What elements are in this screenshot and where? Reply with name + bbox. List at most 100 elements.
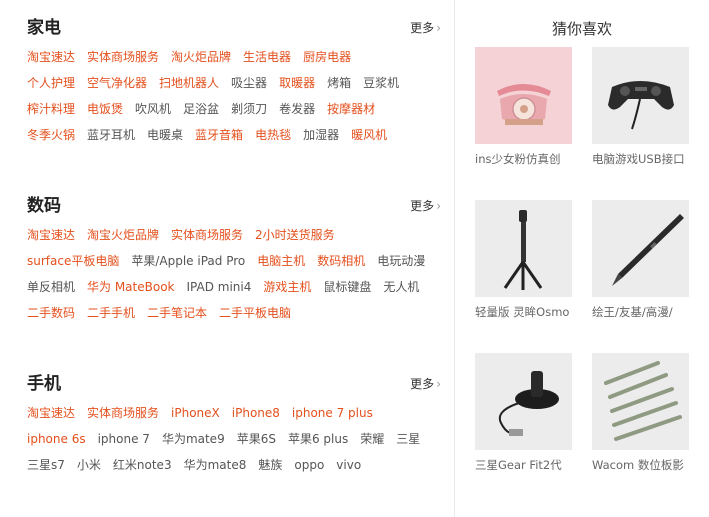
product-card[interactable]: 三星Gear Fit2代 xyxy=(475,353,573,473)
category-link[interactable]: 实体商场服务 xyxy=(171,226,243,244)
category-link[interactable]: 蓝牙耳机 xyxy=(87,126,135,144)
category-link[interactable]: 实体商场服务 xyxy=(87,404,159,422)
category-link[interactable]: 苹果/Apple iPad Pro xyxy=(131,252,245,270)
category-link[interactable]: 淘宝速达 xyxy=(27,226,75,244)
category-link[interactable]: 吹风机 xyxy=(135,100,171,118)
more-link[interactable]: 更多 › xyxy=(410,198,441,214)
category-link[interactable]: 扫地机器人 xyxy=(159,74,219,92)
section-phones: 手机 更多 › 淘宝速达 实体商场服务 iPhoneX iPhone8 iphone 7 … xyxy=(27,374,447,494)
category-link[interactable]: 淘火炬品牌 xyxy=(171,48,231,66)
link-list: 淘宝速达 实体商场服务 淘火炬品牌 生活电器 厨房电器个人护理 空气净化器 扫地机器人 吸尘器… xyxy=(27,48,457,152)
category-link[interactable]: 苹果6S xyxy=(237,430,276,448)
product-caption[interactable]: 绘王/友基/高漫/ xyxy=(592,304,692,320)
category-link[interactable]: 蓝牙音箱 xyxy=(195,126,243,144)
category-link[interactable]: 剃须刀 xyxy=(231,100,267,118)
category-link[interactable]: 个人护理 xyxy=(27,74,75,92)
category-link[interactable]: 电玩动漫 xyxy=(377,252,425,270)
category-link[interactable]: 荣耀 xyxy=(360,430,384,448)
product-caption[interactable]: 轻量版 灵眸Osmo xyxy=(475,304,575,320)
product-card[interactable]: 电脑游戏USB接口 xyxy=(592,47,690,167)
category-link[interactable]: iphone 6s xyxy=(27,430,86,448)
category-link[interactable]: 二手笔记本 xyxy=(147,304,207,322)
link-row: 三星s7 小米 红米note3 华为mate8 魅族 oppo vivo xyxy=(27,456,457,482)
category-link[interactable]: 三星 xyxy=(396,430,420,448)
category-link[interactable]: 魅族 xyxy=(258,456,282,474)
section-title: 手机 xyxy=(27,374,61,394)
category-link[interactable]: 电脑主机 xyxy=(257,252,305,270)
category-link[interactable]: 数码相机 xyxy=(317,252,365,270)
category-link[interactable]: 足浴盆 xyxy=(183,100,219,118)
product-caption[interactable]: Wacom 数位板影 xyxy=(592,457,692,473)
category-link[interactable]: 二手手机 xyxy=(87,304,135,322)
product-image-gamepad[interactable] xyxy=(592,47,689,144)
product-card[interactable]: 绘王/友基/高漫/ xyxy=(592,200,690,320)
category-link[interactable]: 二手数码 xyxy=(27,304,75,322)
product-caption[interactable]: ins少女粉仿真创 xyxy=(475,151,575,167)
category-link[interactable]: 加湿器 xyxy=(303,126,339,144)
product-card[interactable]: ins少女粉仿真创 xyxy=(475,47,573,167)
category-link[interactable]: 实体商场服务 xyxy=(87,48,159,66)
category-link[interactable]: 三星s7 xyxy=(27,456,65,474)
category-link[interactable]: 二手平板电脑 xyxy=(219,304,291,322)
category-link[interactable]: iphone 7 plus xyxy=(292,404,373,422)
category-link[interactable]: 吸尘器 xyxy=(231,74,267,92)
category-link[interactable]: 电饭煲 xyxy=(87,100,123,118)
product-image-stylus[interactable] xyxy=(592,200,689,297)
product-caption[interactable]: 电脑游戏USB接口 xyxy=(592,151,692,167)
category-link[interactable]: 取暖器 xyxy=(279,74,315,92)
category-link[interactable]: 淘宝速达 xyxy=(27,48,75,66)
category-link[interactable]: 烤箱 xyxy=(327,74,351,92)
category-link[interactable]: 榨汁料理 xyxy=(27,100,75,118)
product-image-pen-nibs[interactable] xyxy=(592,353,689,450)
category-link[interactable]: 电暖桌 xyxy=(147,126,183,144)
link-row: 淘宝速达 淘宝火炬品牌 实体商场服务 2小时送货服务 xyxy=(27,226,457,252)
category-link[interactable]: 单反相机 xyxy=(27,278,75,296)
category-link[interactable]: 华为 MateBook xyxy=(87,278,174,296)
product-caption[interactable]: 三星Gear Fit2代 xyxy=(475,457,575,473)
category-link[interactable]: 暖风机 xyxy=(351,126,387,144)
category-link[interactable]: oppo xyxy=(294,456,324,474)
product-image-gimbal[interactable] xyxy=(475,200,572,297)
category-link[interactable]: 淘宝火炬品牌 xyxy=(87,226,159,244)
section-digital: 数码 更多 › 淘宝速达 淘宝火炬品牌 实体商场服务 2小时送货服务 surface平板电… xyxy=(27,196,447,336)
category-link[interactable]: 淘宝速达 xyxy=(27,404,75,422)
link-row: 单反相机 华为 MateBook IPAD mini4 游戏主机 鼠标键盘 无人机 xyxy=(27,278,457,304)
link-row: 榨汁料理 电饭煲 吹风机 足浴盆 剃须刀 卷发器 按摩器材 xyxy=(27,100,457,126)
category-link[interactable]: 空气净化器 xyxy=(87,74,147,92)
section-appliances: 家电 更多 › 淘宝速达 实体商场服务 淘火炬品牌 生活电器 厨房电器 个人护理 空气净化器扫… xyxy=(27,18,447,158)
category-link[interactable]: iPhone8 xyxy=(232,404,280,422)
category-link[interactable]: 小米 xyxy=(77,456,101,474)
category-link[interactable]: 鼠标键盘 xyxy=(323,278,371,296)
category-link[interactable]: 卷发器 xyxy=(279,100,315,118)
link-row: surface平板电脑 苹果/Apple iPad Pro 电脑主机 数码相机 电玩动漫 xyxy=(27,252,457,278)
category-link[interactable]: 按摩器材 xyxy=(327,100,375,118)
category-link[interactable]: 电热毯 xyxy=(255,126,291,144)
category-link[interactable]: 华为mate9 xyxy=(162,430,225,448)
chevron-right-icon: › xyxy=(436,199,441,213)
category-link[interactable]: 豆浆机 xyxy=(363,74,399,92)
link-row: 冬季火锅 蓝牙耳机 电暖桌 蓝牙音箱 电热毯 加湿器 暖风机 xyxy=(27,126,457,152)
category-link[interactable]: surface平板电脑 xyxy=(27,252,119,270)
link-row: 淘宝速达 实体商场服务 iPhoneX iPhone8 iphone 7 plus xyxy=(27,404,457,430)
category-link[interactable]: vivo xyxy=(336,456,361,474)
product-image-pink-phone[interactable] xyxy=(475,47,572,144)
category-link[interactable]: iPhoneX xyxy=(171,404,220,422)
product-card[interactable]: Wacom 数位板影 xyxy=(592,353,690,473)
more-link[interactable]: 更多 › xyxy=(410,20,441,36)
category-link[interactable]: 游戏主机 xyxy=(263,278,311,296)
category-link[interactable]: 苹果6 plus xyxy=(288,430,348,448)
category-link[interactable]: 生活电器 xyxy=(243,48,291,66)
category-link[interactable]: iphone 7 xyxy=(98,430,150,448)
category-link[interactable]: 厨房电器 xyxy=(303,48,351,66)
product-image-charger[interactable] xyxy=(475,353,572,450)
category-link[interactable]: 无人机 xyxy=(383,278,419,296)
product-card[interactable]: 轻量版 灵眸Osmo xyxy=(475,200,573,320)
chevron-right-icon: › xyxy=(436,21,441,35)
link-list: 淘宝速达 实体商场服务 iPhoneX iPhone8 iphone 7 plus iph… xyxy=(27,404,457,482)
category-link[interactable]: 华为mate8 xyxy=(184,456,247,474)
category-link[interactable]: 冬季火锅 xyxy=(27,126,75,144)
more-link[interactable]: 更多 › xyxy=(410,376,441,392)
category-link[interactable]: 红米note3 xyxy=(113,456,172,474)
category-link[interactable]: 2小时送货服务 xyxy=(255,226,335,244)
category-link[interactable]: IPAD mini4 xyxy=(187,278,252,296)
